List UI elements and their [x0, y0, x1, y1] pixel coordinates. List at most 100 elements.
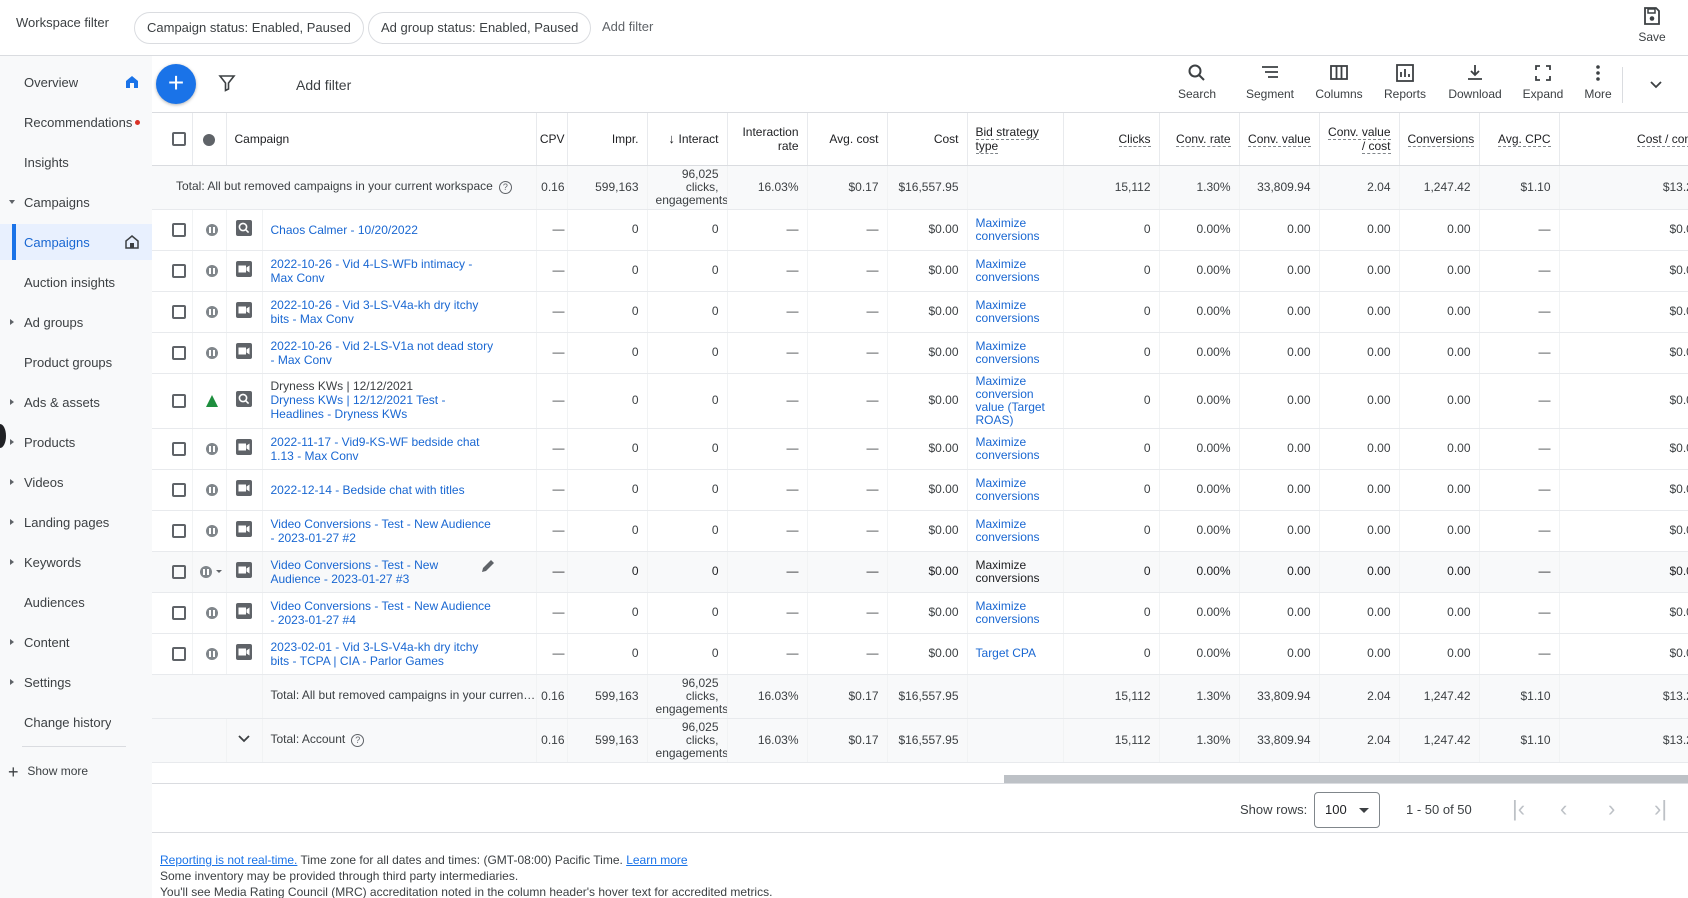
learn-more-link[interactable]: Learn more [626, 853, 687, 867]
table-row[interactable]: 2022-11-17 - Vid9-KS-WF bedside chat 1.1… [152, 428, 1688, 470]
campaign-name-link[interactable]: Chaos Calmer - 10/20/2022 [271, 223, 418, 237]
last-page-icon[interactable]: ›| [1654, 798, 1667, 820]
bid-strategy-cell[interactable]: Maximize conversions [967, 250, 1064, 292]
sidebar-item-keywords[interactable]: Keywords [0, 544, 152, 580]
row-checkbox[interactable] [152, 428, 193, 470]
campaign-name-link[interactable]: Video Conversions - Test - New Audience … [271, 517, 491, 545]
status-cell[interactable] [192, 469, 227, 511]
campaign-name-link[interactable]: Video Conversions - Test - New Audience … [271, 599, 491, 627]
conv-value-column-header[interactable]: Conv. value [1239, 113, 1320, 166]
table-row[interactable]: Video Conversions - Test - New Audience … [152, 592, 1688, 634]
sidebar-item-product-groups[interactable]: Product groups [0, 344, 152, 380]
columns-button[interactable]: Columns [1304, 63, 1374, 101]
sidebar-item-ads-assets[interactable]: Ads & assets [0, 384, 152, 420]
help-icon[interactable]: ? [498, 180, 512, 194]
table-row[interactable]: 2022-12-14 - Bedside chat with titles —0 0… [152, 469, 1688, 511]
status-cell[interactable] [192, 209, 227, 251]
segment-button[interactable]: Segment [1235, 63, 1305, 101]
horizontal-scrollbar[interactable] [1004, 775, 1688, 783]
row-checkbox[interactable] [152, 551, 193, 593]
sidebar-item-settings[interactable]: Settings [0, 664, 152, 700]
bid-strategy-cell[interactable]: Maximize conversions [967, 291, 1064, 333]
clicks-column-header[interactable]: Clicks [1063, 113, 1160, 166]
edit-pencil-icon[interactable] [480, 558, 496, 574]
search-button[interactable]: Search [1162, 63, 1232, 101]
sidebar-item-campaigns[interactable]: Campaigns [0, 224, 152, 260]
bid-strategy-cell[interactable]: Maximize conversions [967, 332, 1064, 374]
sidebar-item-insights[interactable]: Insights [0, 144, 152, 180]
select-all-checkbox[interactable] [152, 113, 193, 166]
sidebar-item-videos[interactable]: Videos [0, 464, 152, 500]
status-cell[interactable] [192, 510, 227, 552]
sidebar-item-overview[interactable]: Overview [0, 64, 152, 100]
interaction-rate-column-header[interactable]: Interaction rate [727, 113, 808, 166]
conversions-column-header[interactable]: Conversions [1399, 113, 1480, 166]
campaign-name-link[interactable]: 2023-02-01 - Vid 3-LS-V4a-kh dry itchy b… [271, 640, 479, 668]
sidebar-item-change-history[interactable]: Change history [0, 704, 152, 740]
save-button[interactable]: Save [1632, 6, 1672, 44]
table-row[interactable]: Chaos Calmer - 10/20/2022—0 0— — $0.00 Maxim… [152, 209, 1688, 251]
cpv-column-header[interactable]: CPV [536, 113, 568, 166]
campaign-status-chip[interactable]: Campaign status: Enabled, Paused [134, 12, 364, 44]
bid-strategy-cell[interactable]: Maximize conversions [967, 551, 1064, 593]
bid-strategy-cell[interactable]: Maximize conversions [967, 428, 1064, 470]
avg-cost-column-header[interactable]: Avg. cost [807, 113, 888, 166]
campaign-name-link[interactable]: 2022-12-14 - Bedside chat with titles [271, 483, 465, 497]
status-cell[interactable] [192, 291, 227, 333]
add-campaign-button[interactable]: + [156, 64, 196, 104]
expand-cell[interactable] [226, 718, 263, 763]
filter-icon[interactable] [218, 74, 236, 92]
status-cell[interactable] [192, 250, 227, 292]
bid-strategy-cell[interactable]: Maximize conversions [967, 469, 1064, 511]
campaign-name-link[interactable]: Dryness KWs | 12/12/2021 Test - Headline… [271, 393, 446, 421]
avg-cpc-column-header[interactable]: Avg. CPC [1479, 113, 1560, 166]
campaign-name-link[interactable]: 2022-10-26 - Vid 4-LS-WFb intimacy - Max… [271, 257, 473, 285]
conv-rate-column-header[interactable]: Conv. rate [1159, 113, 1240, 166]
campaign-name-link[interactable]: 2022-11-17 - Vid9-KS-WF bedside chat 1.1… [271, 435, 480, 463]
sidebar-item-content[interactable]: Content [0, 624, 152, 660]
interactions-column-header[interactable]: ↓ Interact [647, 113, 728, 166]
row-checkbox[interactable] [152, 332, 193, 374]
reporting-not-realtime-link[interactable]: Reporting is not real-time. [160, 853, 297, 867]
cost-conv-column-header[interactable]: Cost / conv. [1559, 113, 1688, 166]
campaign-name-link[interactable]: Video Conversions - Test - New Audience … [271, 558, 439, 586]
status-cell[interactable] [192, 373, 227, 429]
row-checkbox[interactable] [152, 633, 193, 675]
status-cell[interactable] [192, 551, 227, 593]
bid-strategy-cell[interactable]: Maximize conversions [967, 510, 1064, 552]
help-icon[interactable]: ? [351, 733, 365, 747]
impr-column-header[interactable]: Impr. [567, 113, 648, 166]
table-row[interactable]: Dryness KWs | 12/12/2021 Dryness KWs | 12… [152, 373, 1688, 429]
table-row[interactable]: Video Conversions - Test - New Audience … [152, 551, 1688, 593]
first-page-icon[interactable]: |‹ [1512, 798, 1525, 820]
add-filter-input[interactable]: Add filter [296, 77, 351, 93]
show-more-button[interactable]: + Show more [8, 762, 88, 783]
row-checkbox[interactable] [152, 469, 193, 511]
table-row[interactable]: 2022-10-26 - Vid 3-LS-V4a-kh dry itchy b… [152, 291, 1688, 333]
status-cell[interactable] [192, 332, 227, 374]
sidebar-item-auction-insights[interactable]: Auction insights [0, 264, 152, 300]
status-cell[interactable] [192, 428, 227, 470]
row-checkbox[interactable] [152, 510, 193, 552]
status-cell[interactable] [192, 633, 227, 675]
bid-strategy-cell[interactable]: Maximize conversions [967, 209, 1064, 251]
bid-strategy-column-header[interactable]: Bid strategy type [967, 113, 1064, 166]
status-cell[interactable] [192, 592, 227, 634]
next-page-icon[interactable]: › [1608, 798, 1615, 820]
bid-strategy-cell[interactable]: Maximize conversions [967, 592, 1064, 634]
prev-page-icon[interactable]: ‹ [1560, 798, 1567, 820]
row-checkbox[interactable] [152, 209, 193, 251]
reports-button[interactable]: Reports [1370, 63, 1440, 101]
sidebar-item-recommendations[interactable]: Recommendations [0, 104, 152, 140]
campaign-column-header[interactable]: Campaign [226, 113, 537, 166]
sidebar-item-audiences[interactable]: Audiences [0, 584, 152, 620]
campaign-name-link[interactable]: 2022-10-26 - Vid 3-LS-V4a-kh dry itchy b… [271, 298, 479, 326]
table-row[interactable]: Video Conversions - Test - New Audience … [152, 510, 1688, 552]
sidebar-item-landing-pages[interactable]: Landing pages [0, 504, 152, 540]
download-button[interactable]: Download [1440, 63, 1510, 101]
rows-per-page-select[interactable]: 100 [1314, 792, 1380, 828]
sidebar-group-campaigns[interactable]: Campaigns [0, 184, 152, 220]
value-cost-column-header[interactable]: Conv. value / cost [1319, 113, 1400, 166]
table-row[interactable]: 2022-10-26 - Vid 2-LS-V1a not dead story… [152, 332, 1688, 374]
row-checkbox[interactable] [152, 592, 193, 634]
